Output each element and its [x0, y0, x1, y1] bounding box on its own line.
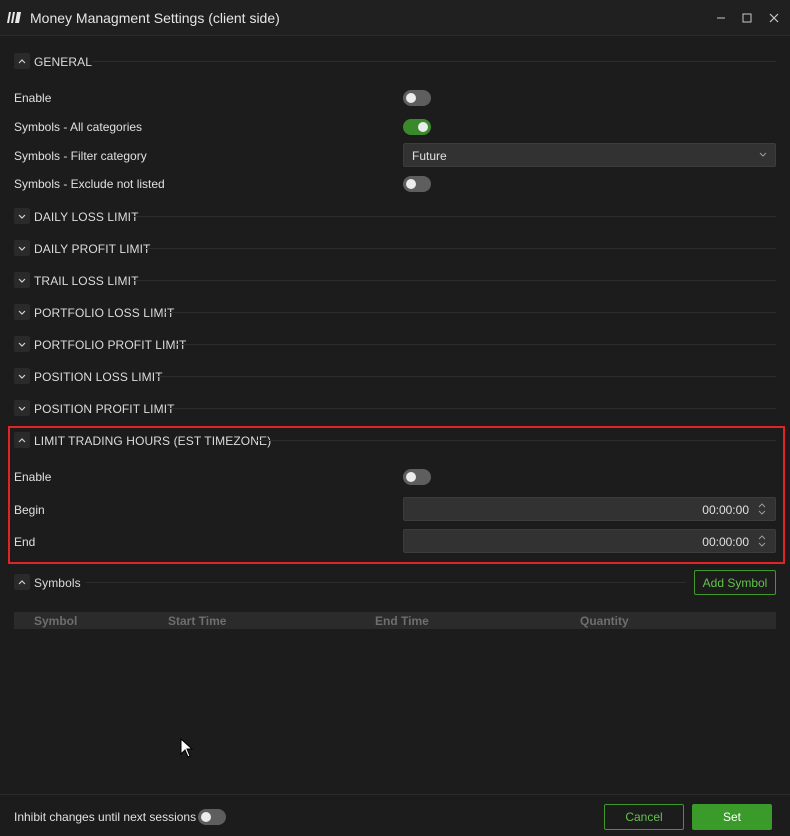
- maximize-button[interactable]: [735, 6, 759, 30]
- trail-loss-toggle[interactable]: [14, 272, 30, 288]
- mouse-cursor-icon: [180, 738, 194, 758]
- exclude-not-listed-label: Symbols - Exclude not listed: [14, 177, 165, 191]
- portfolio-loss-toggle[interactable]: [14, 304, 30, 320]
- set-button[interactable]: Set: [692, 804, 772, 830]
- chevron-down-icon: [18, 310, 26, 315]
- section-title-trail-loss[interactable]: TRAIL LOSS LIMIT: [34, 274, 139, 288]
- toggle-knob: [406, 472, 416, 482]
- section-title-symbols[interactable]: Symbols: [34, 576, 81, 590]
- section-title-position-loss[interactable]: POSITION LOSS LIMIT: [34, 370, 163, 384]
- begin-time-input[interactable]: 00:00:00: [403, 497, 776, 521]
- section-title-portfolio-loss[interactable]: PORTFOLIO LOSS LIMIT: [34, 306, 174, 320]
- inhibit-changes-label: Inhibit changes until next sessions: [14, 810, 197, 824]
- general-enable-label: Enable: [14, 91, 52, 105]
- chevron-up-icon: [18, 438, 26, 443]
- section-divider: [176, 344, 776, 345]
- section-title-trading-hours[interactable]: LIMIT TRADING HOURS (EST TIMEZONE): [34, 434, 271, 448]
- maximize-icon: [742, 13, 752, 23]
- inhibit-changes-toggle[interactable]: [198, 809, 226, 825]
- all-categories-label: Symbols - All categories: [14, 120, 143, 134]
- trading-hours-enable-label: Enable: [14, 470, 52, 484]
- symbols-collapse-toggle[interactable]: [14, 574, 30, 590]
- chevron-down-icon: [759, 152, 767, 157]
- cancel-button[interactable]: Cancel: [604, 804, 684, 830]
- section-title-daily-profit[interactable]: DAILY PROFIT LIMIT: [34, 242, 151, 256]
- chevron-down-icon: [18, 278, 26, 283]
- section-title-general[interactable]: GENERAL: [34, 55, 92, 69]
- toggle-knob: [418, 122, 428, 132]
- section-title-daily-loss[interactable]: DAILY LOSS LIMIT: [34, 210, 139, 224]
- chevron-up-icon: [18, 59, 26, 64]
- spinner-icon[interactable]: [757, 501, 767, 517]
- section-title-portfolio-profit[interactable]: PORTFOLIO PROFIT LIMIT: [34, 338, 186, 352]
- toggle-knob: [406, 93, 416, 103]
- chevron-up-icon: [18, 580, 26, 585]
- daily-loss-toggle[interactable]: [14, 208, 30, 224]
- position-loss-toggle[interactable]: [14, 368, 30, 384]
- section-divider: [156, 376, 776, 377]
- section-divider: [256, 440, 776, 441]
- daily-profit-toggle[interactable]: [14, 240, 30, 256]
- chevron-down-icon: [18, 374, 26, 379]
- chevron-down-icon: [18, 406, 26, 411]
- toggle-knob: [201, 812, 211, 822]
- window-title: Money Managment Settings (client side): [30, 10, 280, 26]
- section-divider: [165, 312, 776, 313]
- app-logo-icon: [7, 12, 21, 23]
- section-title-position-profit[interactable]: POSITION PROFIT LIMIT: [34, 402, 175, 416]
- portfolio-profit-toggle[interactable]: [14, 336, 30, 352]
- trading-hours-collapse-toggle[interactable]: [14, 432, 30, 448]
- minimize-button[interactable]: [709, 6, 733, 30]
- chevron-down-icon: [18, 342, 26, 347]
- section-divider: [92, 61, 776, 62]
- filter-category-select[interactable]: Future: [403, 143, 776, 167]
- chevron-down-icon: [18, 246, 26, 251]
- add-symbol-button[interactable]: Add Symbol: [694, 570, 776, 595]
- end-time-input[interactable]: 00:00:00: [403, 529, 776, 553]
- section-divider: [86, 582, 686, 583]
- begin-time-value: 00:00:00: [702, 503, 749, 517]
- exclude-not-listed-toggle[interactable]: [403, 176, 431, 192]
- toggle-knob: [406, 179, 416, 189]
- general-enable-toggle[interactable]: [403, 90, 431, 106]
- section-divider: [145, 248, 776, 249]
- section-divider: [167, 408, 776, 409]
- column-header-quantity[interactable]: Quantity: [580, 614, 629, 628]
- end-label: End: [14, 535, 36, 549]
- minimize-icon: [717, 17, 725, 19]
- column-header-symbol[interactable]: Symbol: [34, 614, 77, 628]
- position-profit-toggle[interactable]: [14, 400, 30, 416]
- close-button[interactable]: [762, 6, 786, 30]
- chevron-down-icon: [18, 214, 26, 219]
- column-header-end-time[interactable]: End Time: [375, 614, 429, 628]
- title-bar: Money Managment Settings (client side): [0, 0, 790, 36]
- all-categories-toggle[interactable]: [403, 119, 431, 135]
- filter-category-label: Symbols - Filter category: [14, 149, 147, 163]
- close-icon: [769, 13, 779, 23]
- filter-category-value: Future: [412, 149, 447, 163]
- end-time-value: 00:00:00: [702, 535, 749, 549]
- general-collapse-toggle[interactable]: [14, 53, 30, 69]
- section-divider: [134, 280, 776, 281]
- symbols-table-header: Symbol Start Time End Time Quantity: [14, 612, 776, 629]
- spinner-icon[interactable]: [757, 533, 767, 549]
- section-divider: [134, 216, 776, 217]
- footer-bar: Inhibit changes until next sessions Canc…: [0, 794, 790, 836]
- column-header-start-time[interactable]: Start Time: [168, 614, 226, 628]
- trading-hours-enable-toggle[interactable]: [403, 469, 431, 485]
- begin-label: Begin: [14, 503, 45, 517]
